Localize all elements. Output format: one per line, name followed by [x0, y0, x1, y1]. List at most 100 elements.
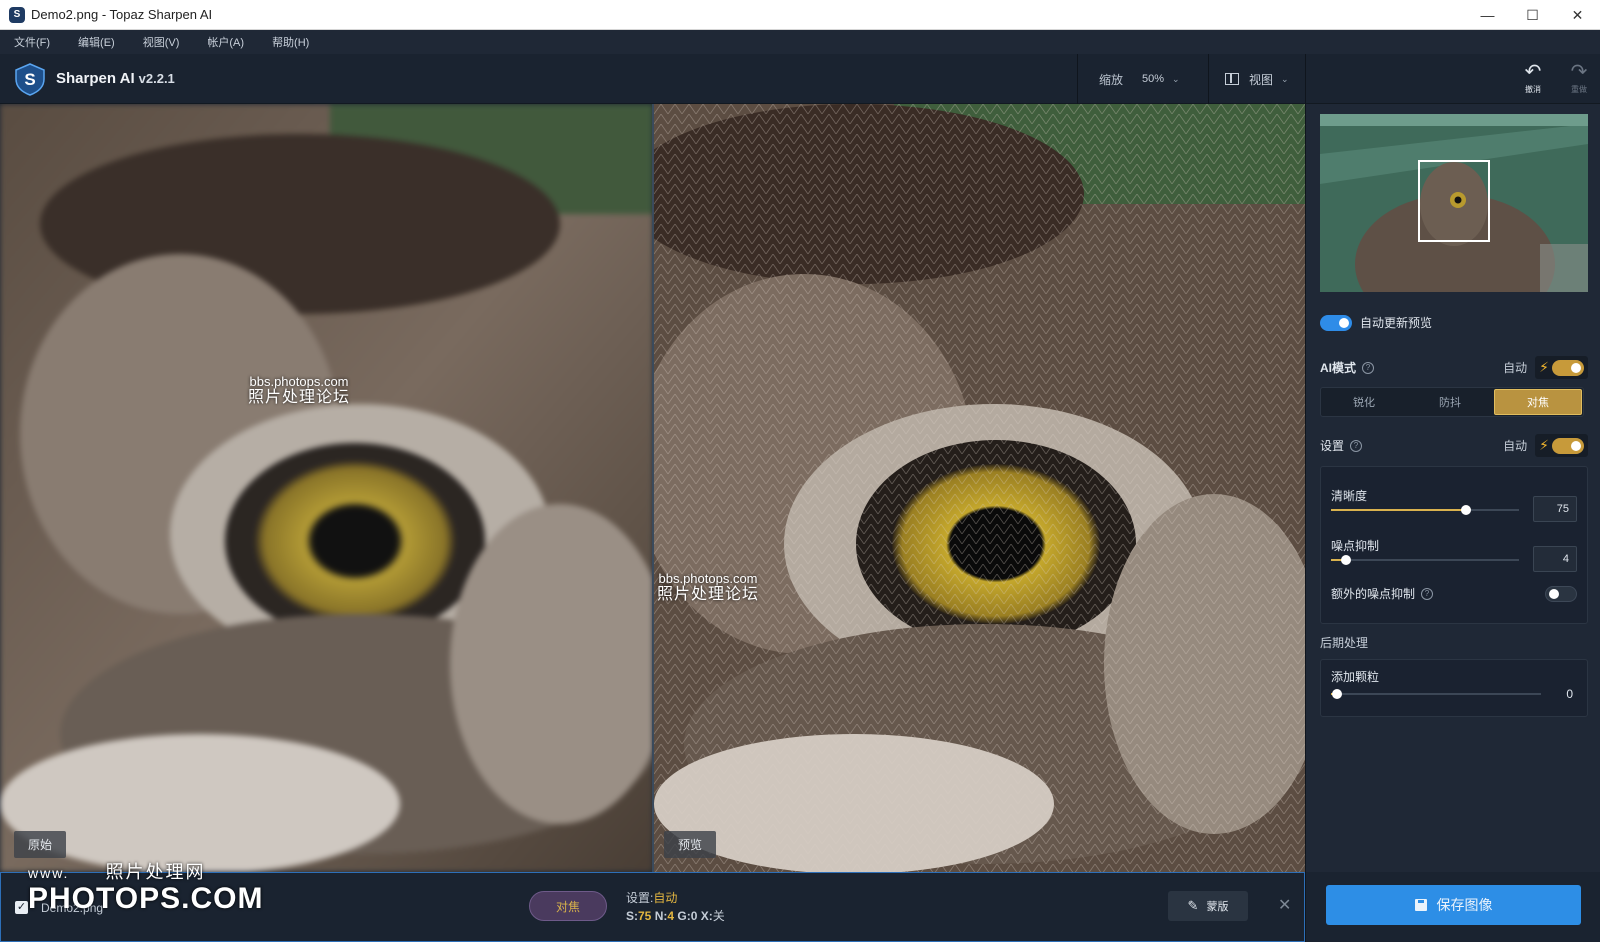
- lightning-icon: ⚡: [1539, 437, 1549, 453]
- navigator-viewport-frame[interactable]: [1418, 160, 1490, 242]
- close-icon[interactable]: ✕: [1278, 895, 1291, 915]
- app-name: Sharpen AI v2.2.1: [56, 70, 175, 87]
- site-watermark-domain: PHOTOPS.COM: [28, 882, 264, 915]
- view-mode-control[interactable]: 视图 ⌄: [1208, 54, 1289, 104]
- noise-label: 噪点抑制: [1331, 539, 1380, 553]
- menu-file[interactable]: 文件(F): [0, 34, 64, 50]
- preview-tag: 预览: [664, 831, 717, 858]
- grain-value[interactable]: 0: [1566, 687, 1573, 701]
- watermark-cn: 照片处理论坛: [248, 389, 351, 406]
- mode-tab-focus[interactable]: 对焦: [1494, 389, 1582, 415]
- n-label: N:: [654, 909, 668, 923]
- help-icon[interactable]: ?: [1421, 587, 1434, 600]
- window-controls: — ☐ ✕: [1465, 0, 1600, 30]
- grain-slider-knob[interactable]: [1332, 689, 1343, 699]
- noise-slider[interactable]: [1331, 555, 1519, 565]
- split-view-icon[interactable]: [1225, 73, 1239, 85]
- help-icon[interactable]: ?: [1362, 361, 1375, 374]
- watermark-url: bbs.photops.com: [249, 374, 349, 389]
- grain-box: 添加颗粒 0: [1320, 659, 1588, 717]
- preview-pane[interactable]: bbs.photops.com 照片处理论坛 预览: [654, 104, 1305, 872]
- ai-mode-row: AI模式 ? 自动 ⚡: [1320, 356, 1588, 379]
- site-watermark: www. 照片处理网 PHOTOPS.COM: [28, 858, 263, 914]
- close-button[interactable]: ✕: [1555, 0, 1600, 30]
- settings-box: 清晰度 75 噪点抑制 4 额外的噪点抑制 ?: [1320, 466, 1588, 624]
- zoom-value[interactable]: 50%: [1142, 73, 1164, 85]
- preview-image: [654, 104, 1305, 872]
- ai-mode-label: AI模式: [1320, 361, 1357, 375]
- lightning-icon: ⚡: [1539, 359, 1549, 375]
- file-checkbox[interactable]: ✓: [15, 901, 28, 914]
- mask-button[interactable]: ✎ 蒙版: [1168, 891, 1248, 921]
- maximize-button[interactable]: ☐: [1510, 0, 1555, 30]
- settings-prefix: 设置:: [626, 891, 654, 905]
- menu-edit[interactable]: 编辑(E): [64, 34, 129, 50]
- ai-mode-tabs: 锐化 防抖 对焦: [1320, 387, 1584, 417]
- save-area: 保存图像: [1305, 872, 1600, 942]
- auto-preview-row[interactable]: 自动更新预览: [1320, 314, 1432, 331]
- image-viewport[interactable]: bbs.photops.com 照片处理论坛 原始 bbs.photops.co…: [0, 104, 1305, 872]
- window-title: Demo2.png - Topaz Sharpen AI: [31, 7, 213, 22]
- settings-toggle-switch[interactable]: [1552, 437, 1584, 454]
- settings-auto-toggle[interactable]: ⚡: [1535, 434, 1588, 457]
- undo-button[interactable]: ↶ 撤消: [1518, 62, 1548, 95]
- n-value: 4: [667, 909, 675, 923]
- mode-tab-stabilize[interactable]: 防抖: [1407, 388, 1493, 416]
- original-tag: 原始: [14, 831, 67, 858]
- app-icon: S: [9, 6, 25, 23]
- forum-watermark: bbs.photops.com 照片处理论坛: [248, 374, 350, 406]
- minimize-button[interactable]: —: [1465, 0, 1510, 30]
- settings-mode-value: 自动: [653, 891, 678, 905]
- ai-mode-auto-toggle[interactable]: ⚡: [1535, 356, 1588, 379]
- save-label: 保存图像: [1436, 897, 1493, 913]
- file-settings-summary: 设置:自动 S:75 N:4 G:0 X:关: [626, 889, 725, 925]
- app-name-text: Sharpen AI: [56, 70, 135, 87]
- ai-mode-toggle-switch[interactable]: [1552, 359, 1584, 376]
- save-disk-icon: [1414, 899, 1427, 911]
- view-label[interactable]: 视图: [1249, 71, 1273, 88]
- zoom-control[interactable]: 缩放 50% ⌄: [1077, 54, 1180, 104]
- grain-slider[interactable]: [1331, 689, 1541, 699]
- g-value: 0: [690, 909, 698, 923]
- navigator-thumbnail[interactable]: [1320, 114, 1588, 292]
- redo-button[interactable]: ↷ 重做: [1564, 62, 1594, 95]
- original-image: [0, 104, 653, 872]
- sharpness-slider-fill: [1331, 509, 1467, 511]
- undo-label: 撤消: [1525, 85, 1541, 94]
- forum-watermark: bbs.photops.com 照片处理论坛: [657, 571, 759, 603]
- svg-text:S: S: [24, 70, 35, 89]
- extra-noise-row: 额外的噪点抑制 ?: [1331, 585, 1577, 602]
- mode-tab-sharpen[interactable]: 锐化: [1321, 388, 1407, 416]
- undo-icon: ↶: [1524, 61, 1542, 83]
- save-image-button[interactable]: 保存图像: [1326, 885, 1581, 925]
- chevron-down-icon[interactable]: ⌄: [1281, 74, 1289, 85]
- ai-mode-auto-label: 自动: [1503, 361, 1528, 375]
- s-value: 75: [638, 909, 652, 923]
- sharpness-slider-knob[interactable]: [1461, 505, 1472, 515]
- menu-help[interactable]: 帮助(H): [258, 34, 323, 50]
- x-value: 关: [712, 909, 725, 923]
- post-processing-label: 后期处理: [1320, 636, 1369, 650]
- help-icon[interactable]: ?: [1350, 439, 1363, 452]
- chevron-down-icon[interactable]: ⌄: [1172, 74, 1180, 85]
- redo-label: 重做: [1571, 85, 1587, 94]
- title-bar: S Demo2.png - Topaz Sharpen AI — ☐ ✕: [0, 0, 1600, 30]
- settings-label: 设置: [1320, 439, 1345, 453]
- site-watermark-cn: 照片处理网: [105, 862, 206, 882]
- settings-row: 设置 ? 自动 ⚡: [1320, 434, 1588, 457]
- extra-noise-label: 额外的噪点抑制: [1331, 587, 1416, 601]
- sharpness-slider[interactable]: [1331, 505, 1519, 515]
- noise-value[interactable]: 4: [1533, 546, 1577, 572]
- menu-account[interactable]: 帐户(A): [193, 34, 258, 50]
- menu-view[interactable]: 视图(V): [129, 34, 194, 50]
- extra-noise-toggle[interactable]: [1545, 585, 1577, 602]
- sharpness-value[interactable]: 75: [1533, 496, 1577, 522]
- original-pane[interactable]: bbs.photops.com 照片处理论坛 原始: [0, 104, 653, 872]
- app-window: S Demo2.png - Topaz Sharpen AI — ☐ ✕ 文件(…: [0, 0, 1600, 942]
- g-label: G:: [677, 909, 691, 923]
- auto-preview-toggle[interactable]: [1320, 314, 1352, 331]
- brush-icon: ✎: [1187, 898, 1199, 913]
- redo-icon: ↷: [1570, 61, 1588, 83]
- settings-panel: 自动更新预览 AI模式 ? 自动 ⚡ 锐化 防抖 对焦 设置 ? 自动 ⚡ 清晰…: [1305, 104, 1600, 872]
- noise-slider-knob[interactable]: [1341, 555, 1352, 565]
